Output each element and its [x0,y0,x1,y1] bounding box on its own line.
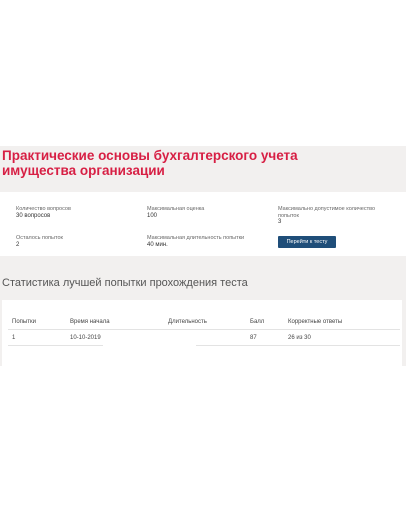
max-duration-value: 40 мин. [147,241,168,248]
stats-title: Статистика лучшей попытки прохождения те… [2,277,248,289]
max-duration-label: Максимальная длительность попытки [147,235,245,241]
start-test-button[interactable]: Перейти к тесту [278,236,336,248]
cell-start-time: 10-10-2019 [70,335,101,341]
max-score: Максимальная оценка 100 [147,206,257,219]
attempts-left-value: 2 [16,241,20,248]
row-divider-right [196,345,400,346]
max-duration: Максимальная длительность попытки 40 мин… [147,235,257,248]
col-header-correct-answers: Корректные ответы [288,319,343,325]
header-divider [8,329,400,330]
col-header-start-time: Время начала [70,319,110,325]
max-attempts: Максимально допустимое количество попыто… [278,206,388,226]
stats-table [2,300,402,366]
col-header-duration: Длительность [168,319,207,325]
cell-score: 87 [250,335,257,341]
cell-correct-answers: 26 из 30 [288,335,311,341]
col-header-attempts: Попытки [12,319,36,325]
max-score-value: 100 [147,212,158,219]
course-title: Практические основы бухгалтерского учета… [2,148,298,178]
questions-count-value: 30 вопросов [16,212,51,219]
row-divider-left [8,345,103,346]
max-attempts-label: Максимально допустимое количество попыто… [278,206,376,219]
max-attempts-value: 3 [278,219,282,225]
col-header-score: Балл [250,319,265,325]
cell-attempt: 1 [12,335,16,341]
attempts-left: Осталось попыток 2 [16,235,126,248]
questions-count: Количество вопросов 30 вопросов [16,206,126,219]
